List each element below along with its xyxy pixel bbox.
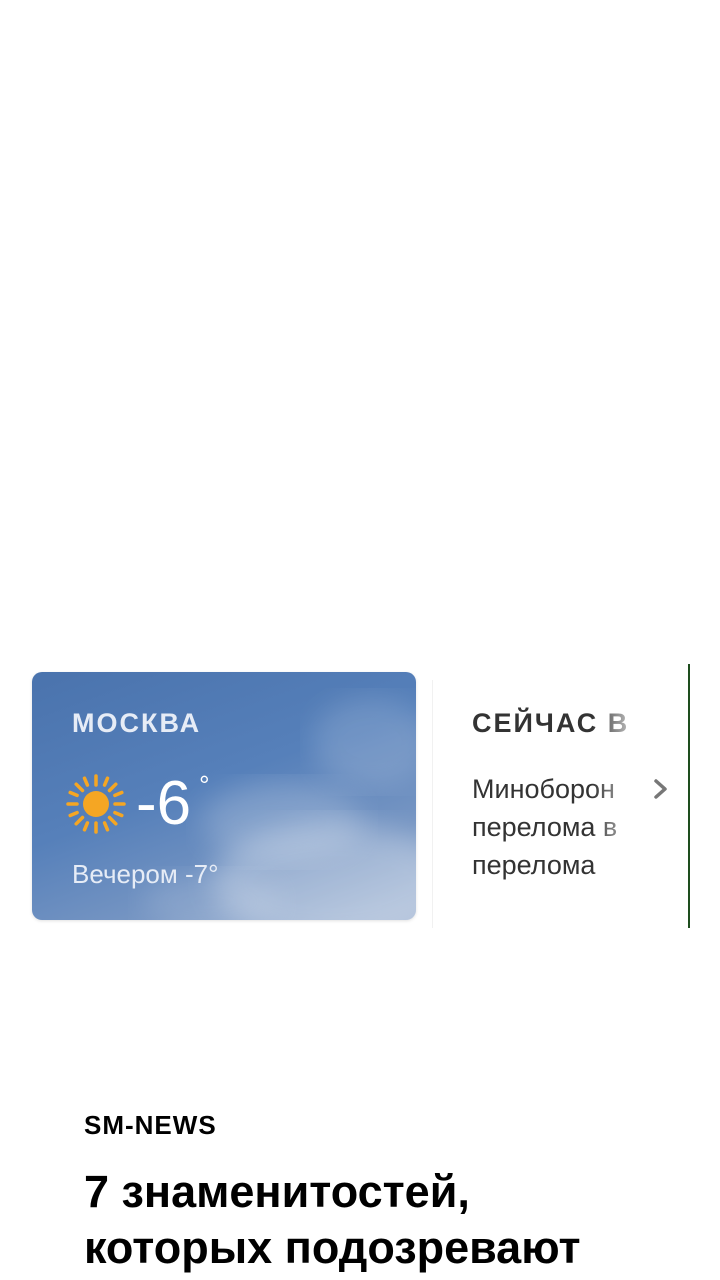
weather-temperature: -6 (136, 769, 192, 838)
chevron-right-icon[interactable] (650, 774, 672, 804)
article-title-line: которых подозревают (84, 1222, 581, 1273)
weather-degree: ° (199, 770, 210, 800)
article-source[interactable]: SM-NEWS (84, 1110, 217, 1141)
article-title-line: 7 знаменитостей, (84, 1166, 470, 1217)
scroll-edge-line (688, 664, 690, 928)
news-widget-card[interactable]: СЕЙЧАС В Миноборон перелома в перелома (432, 664, 688, 928)
text-fade-overlay (592, 694, 688, 924)
sun-icon (66, 774, 126, 834)
weather-city: МОСКВА (72, 708, 202, 738)
card-divider (432, 680, 433, 928)
page: МОСКВА -6 ° Вечером -7° СЕЙЧАС В Минобор… (0, 0, 720, 1280)
weather-evening-forecast: Вечером -7° (72, 859, 219, 889)
weather-current: -6 ° (64, 766, 210, 842)
weather-card[interactable]: МОСКВА -6 ° Вечером -7° (32, 672, 416, 920)
article-title[interactable]: 7 знаменитостей, которых подозревают (84, 1164, 684, 1276)
